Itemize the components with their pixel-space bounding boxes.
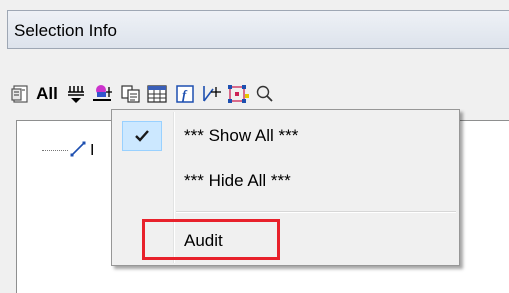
highlight-icon[interactable] xyxy=(91,82,115,106)
zoom-icon[interactable] xyxy=(253,82,277,106)
select-grips-icon[interactable] xyxy=(226,82,250,106)
tree-connector xyxy=(42,150,68,151)
panel-title: Selection Info xyxy=(14,21,118,40)
menu-item-show-all[interactable]: *** Show All *** xyxy=(114,118,457,152)
tree-item-label: I xyxy=(90,142,95,159)
filter-dropdown-icon[interactable] xyxy=(65,82,89,106)
panel-titlebar: Selection Info xyxy=(7,10,509,49)
menu-separator xyxy=(176,211,456,213)
table-icon[interactable] xyxy=(145,82,169,106)
copy-icon[interactable] xyxy=(119,82,143,106)
all-button[interactable]: All xyxy=(34,82,60,106)
line-entity-icon xyxy=(70,141,86,157)
all-button-label: All xyxy=(36,84,58,103)
checkmark-icon xyxy=(135,130,149,142)
checkmark-box xyxy=(122,121,162,151)
function-icon[interactable]: f xyxy=(173,82,197,106)
pick-point-icon[interactable] xyxy=(199,82,223,106)
audit-highlight-annotation xyxy=(142,219,280,260)
menu-item-hide-all[interactable]: *** Hide All *** xyxy=(114,163,457,197)
properties-icon[interactable] xyxy=(9,82,33,106)
toolbar: All f xyxy=(7,76,509,110)
menu-item-label: *** Hide All *** xyxy=(184,171,291,190)
menu-item-label: *** Show All *** xyxy=(184,126,299,145)
